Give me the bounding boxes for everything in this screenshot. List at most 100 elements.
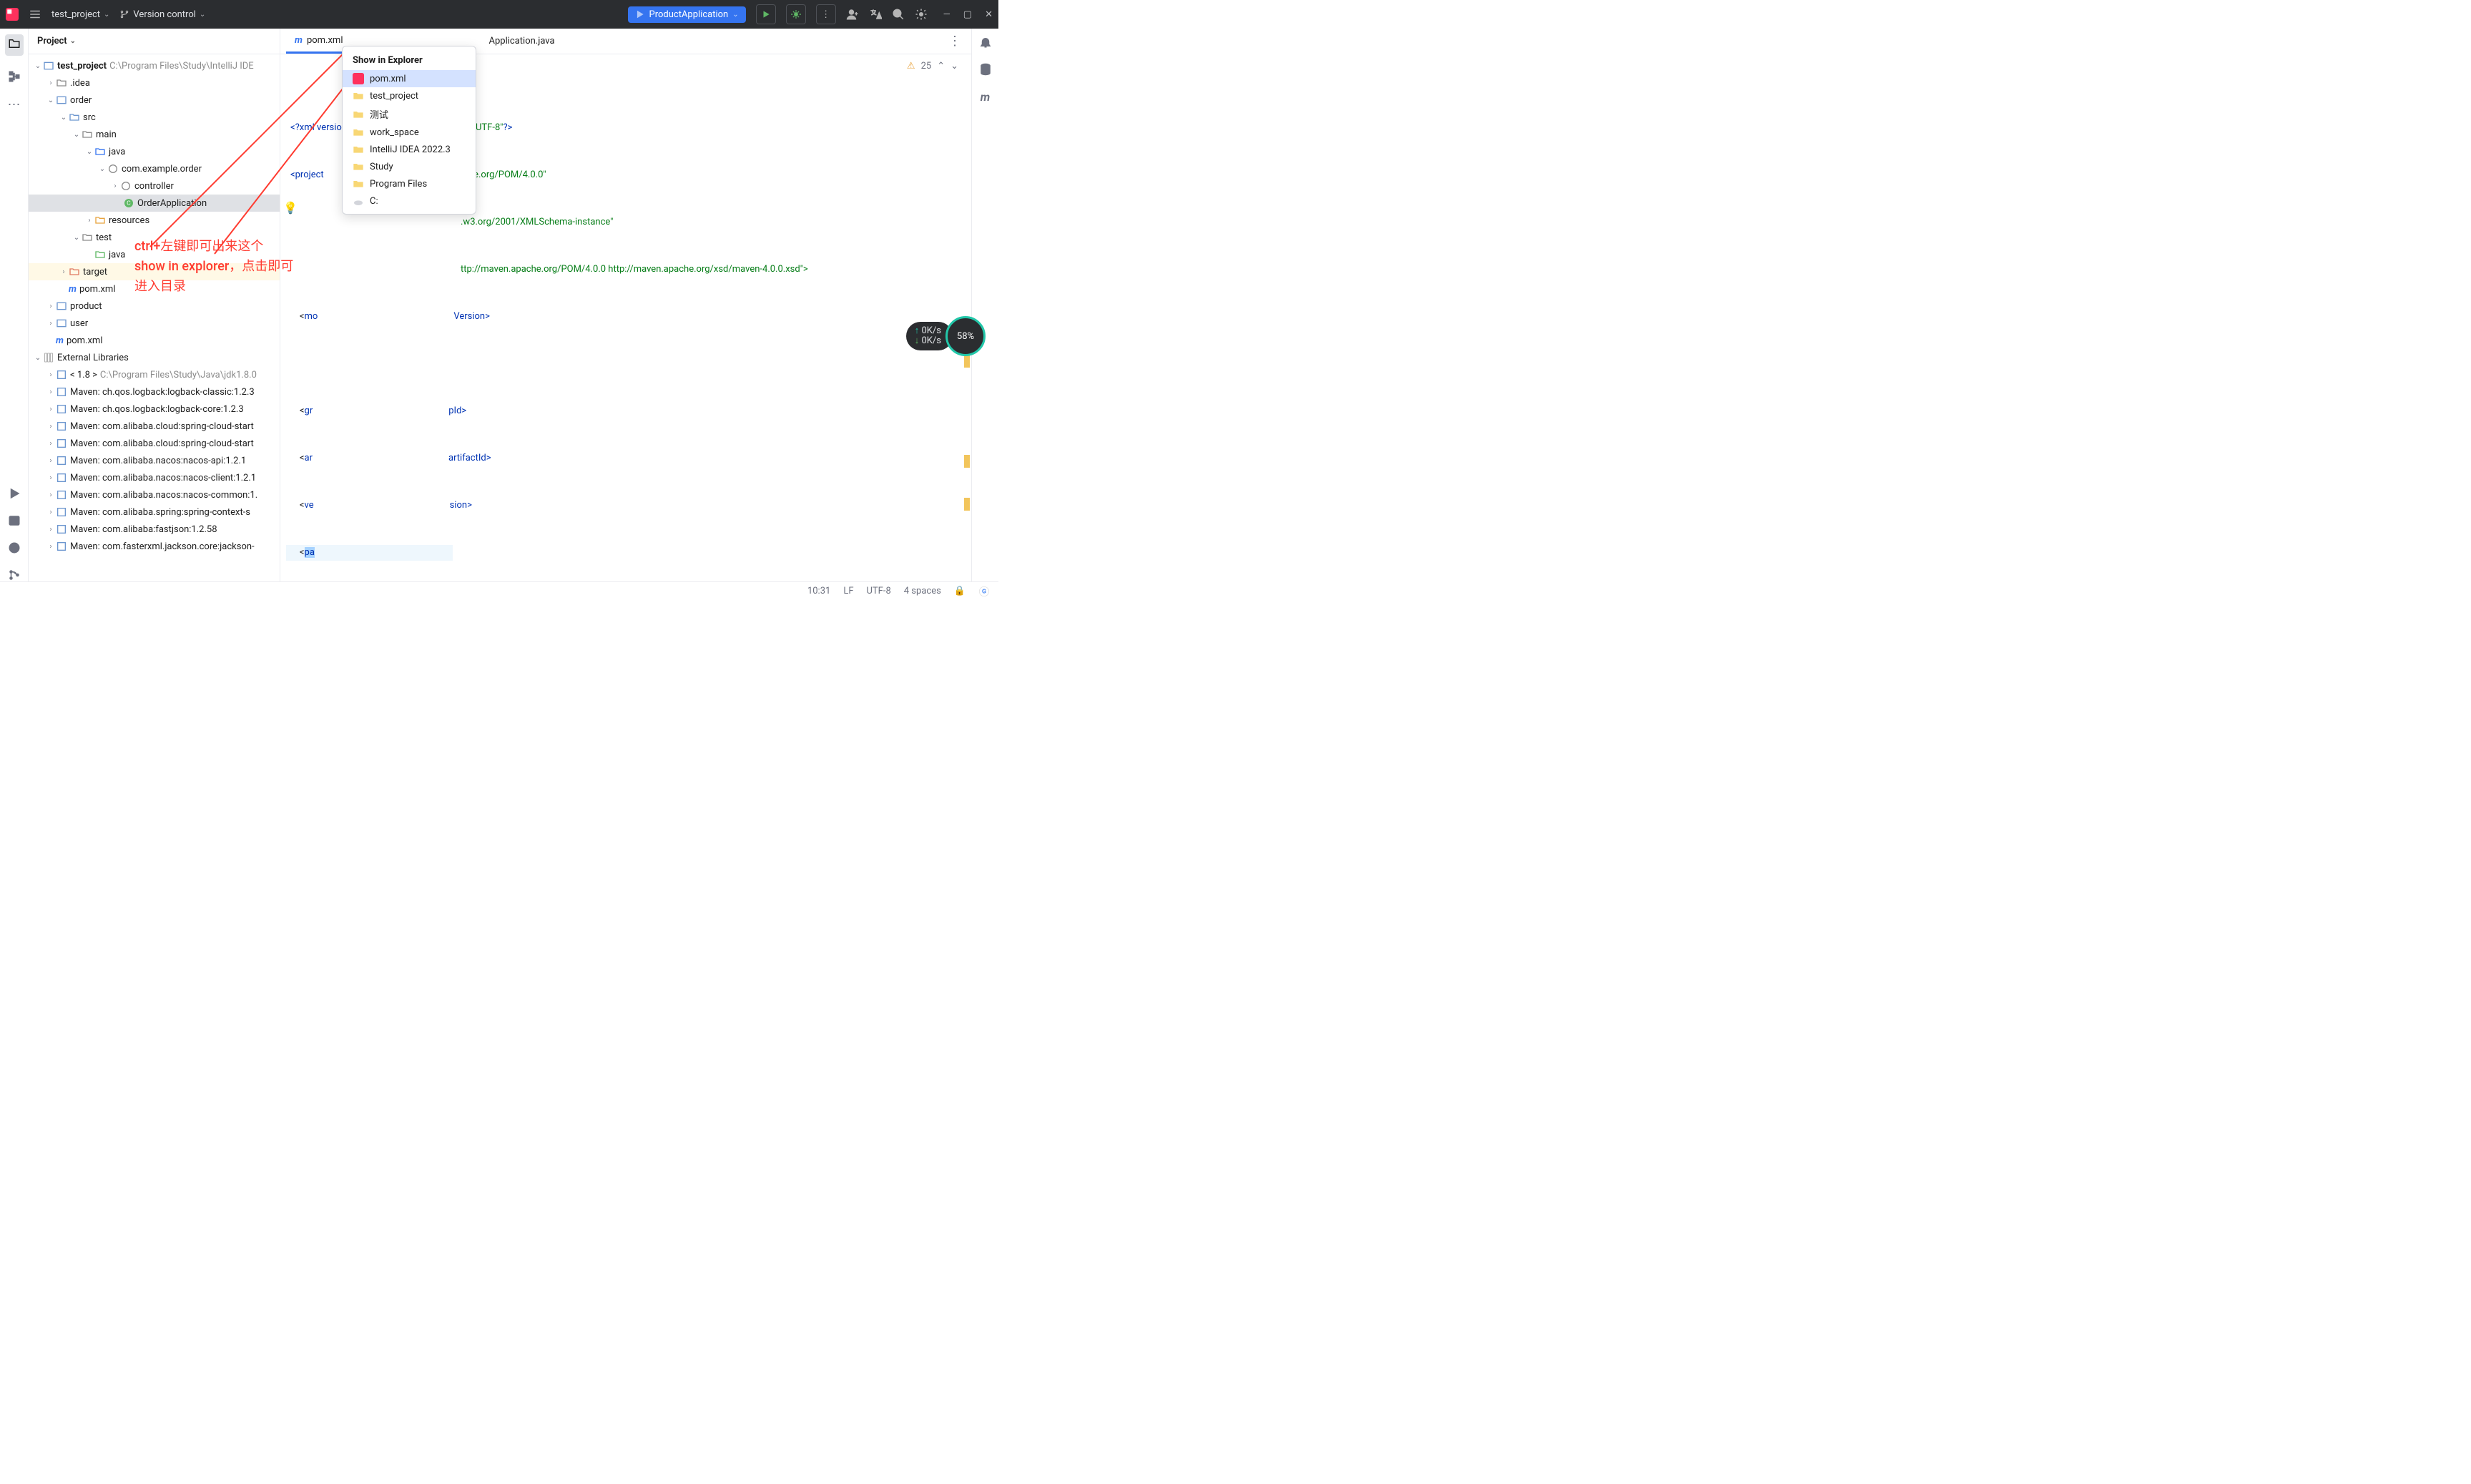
chevron-down-icon[interactable]: ⌄ <box>950 59 958 74</box>
run-button[interactable] <box>756 4 776 24</box>
warning-icon: ⚠ <box>907 59 915 74</box>
context-menu-item[interactable]: Program Files <box>343 175 476 192</box>
tree-item[interactable]: ⌄main <box>29 126 280 143</box>
project-tree[interactable]: ⌄test_projectC:\Program Files\Study\Inte… <box>29 54 280 581</box>
git-tool-icon[interactable] <box>8 569 21 581</box>
maximize-button[interactable]: ▢ <box>963 9 972 20</box>
tree-item[interactable]: mpom.xml <box>29 280 280 298</box>
database-icon[interactable] <box>979 63 992 76</box>
hamburger-icon[interactable] <box>29 8 41 21</box>
folder-icon <box>353 144 364 155</box>
translate-icon[interactable] <box>869 8 882 21</box>
lib-icon <box>56 438 67 449</box>
run-tool-icon[interactable] <box>8 487 21 500</box>
tree-item[interactable]: ⌄com.example.order <box>29 160 280 177</box>
settings-icon[interactable] <box>915 8 928 21</box>
tree-item[interactable]: ⌄test <box>29 229 280 246</box>
context-menu-title: Show in Explorer <box>343 51 476 70</box>
folder-icon <box>353 109 364 120</box>
library-icon <box>43 352 54 363</box>
tree-root[interactable]: ⌄test_projectC:\Program Files\Study\Inte… <box>29 57 280 74</box>
search-icon[interactable] <box>892 8 905 21</box>
tree-item[interactable]: ›Maven: com.alibaba.nacos:nacos-client:1… <box>29 469 280 486</box>
resources-folder-icon <box>94 215 106 226</box>
tree-item[interactable]: ›user <box>29 315 280 332</box>
tree-item[interactable]: ⌄java <box>29 143 280 160</box>
download-speed: 0K/s <box>921 335 941 346</box>
tree-item[interactable]: ›product <box>29 298 280 315</box>
tree-item[interactable]: ⌄src <box>29 109 280 126</box>
debug-button[interactable] <box>786 4 806 24</box>
intention-bulb-icon[interactable]: 💡 <box>283 200 298 216</box>
svg-text:C: C <box>127 200 131 207</box>
source-folder-icon <box>94 146 106 157</box>
context-menu-item[interactable]: IntelliJ IDEA 2022.3 <box>343 141 476 158</box>
more-tools-icon[interactable]: ⋯ <box>8 97 21 112</box>
context-menu-item[interactable]: Study <box>343 158 476 175</box>
context-menu-item[interactable]: work_space <box>343 124 476 141</box>
module-icon <box>56 300 67 312</box>
tree-item[interactable]: ›Maven: ch.qos.logback:logback-core:1.2.… <box>29 401 280 418</box>
notifications-icon[interactable] <box>979 36 992 49</box>
tree-item-selected[interactable]: COrderApplication <box>29 195 280 212</box>
tree-item[interactable]: ›resources <box>29 212 280 229</box>
minimize-button[interactable]: — <box>943 9 950 20</box>
more-actions-button[interactable]: ⋮ <box>816 4 836 24</box>
tree-item[interactable]: ›Maven: com.alibaba.nacos:nacos-common:1… <box>29 486 280 503</box>
project-panel-header[interactable]: Project ⌄ <box>29 29 280 54</box>
show-in-explorer-menu: Show in Explorer pom.xml test_project 测试… <box>342 46 476 215</box>
line-ending[interactable]: LF <box>843 586 853 596</box>
lib-icon <box>56 524 67 535</box>
inspection-widget[interactable]: ⚠25⌃⌄ <box>907 59 958 74</box>
structure-tool-icon[interactable] <box>8 70 21 83</box>
add-user-icon[interactable] <box>846 8 859 21</box>
error-stripe-mark[interactable] <box>964 498 970 511</box>
encoding[interactable]: UTF-8 <box>867 586 891 596</box>
run-configuration[interactable]: ProductApplication ⌄ <box>628 6 746 23</box>
error-stripe-mark[interactable] <box>964 455 970 468</box>
tab-more-button[interactable]: ⋮ <box>938 34 971 49</box>
tree-item[interactable]: ›Maven: com.alibaba.nacos:nacos-api:1.2.… <box>29 452 280 469</box>
tree-item[interactable]: java <box>29 246 280 263</box>
tree-item[interactable]: ›Maven: com.alibaba.spring:spring-contex… <box>29 503 280 521</box>
project-selector[interactable]: test_project ⌄ <box>51 9 109 20</box>
tree-item[interactable]: ›Maven: com.alibaba.cloud:spring-cloud-s… <box>29 435 280 452</box>
tree-ext-lib[interactable]: ⌄External Libraries <box>29 349 280 366</box>
close-button[interactable]: ✕ <box>985 9 993 20</box>
problems-tool-icon[interactable] <box>8 541 21 554</box>
caret-position[interactable]: 10:31 <box>807 586 830 596</box>
tree-item[interactable]: ›controller <box>29 177 280 195</box>
error-stripe-mark[interactable] <box>964 355 970 368</box>
tree-item[interactable]: mpom.xml <box>29 332 280 349</box>
project-tool-button[interactable] <box>5 34 24 56</box>
terminal-tool-icon[interactable] <box>8 514 21 527</box>
indent[interactable]: 4 spaces <box>904 586 941 596</box>
svg-text:G: G <box>982 588 986 595</box>
chevron-up-icon[interactable]: ⌃ <box>937 59 945 74</box>
project-panel-title: Project <box>37 36 67 46</box>
context-menu-item[interactable]: 测试 <box>343 104 476 124</box>
tree-item[interactable]: ⌄order <box>29 92 280 109</box>
tree-item[interactable]: ›target <box>29 263 280 280</box>
class-icon: C <box>123 197 134 209</box>
tree-item[interactable]: ›Maven: com.alibaba.cloud:spring-cloud-s… <box>29 418 280 435</box>
maven-tool-icon[interactable]: m <box>981 90 990 104</box>
context-menu-item[interactable]: test_project <box>343 87 476 104</box>
branch-icon <box>119 9 129 19</box>
context-menu-item[interactable]: pom.xml <box>343 70 476 87</box>
google-icon[interactable]: G <box>978 586 990 597</box>
tree-item[interactable]: ›< 1.8 >C:\Program Files\Study\Java\jdk1… <box>29 366 280 383</box>
tree-item[interactable]: ›Maven: ch.qos.logback:logback-classic:1… <box>29 383 280 401</box>
chevron-down-icon: ⌄ <box>104 11 109 19</box>
lib-icon <box>56 506 67 518</box>
vcs-selector[interactable]: Version control⌄ <box>119 9 205 20</box>
tree-item[interactable]: ›.idea <box>29 74 280 92</box>
tree-item[interactable]: ›Maven: com.fasterxml.jackson.core:jacks… <box>29 538 280 555</box>
project-name: test_project <box>51 9 100 20</box>
app-icon <box>353 73 364 84</box>
tree-item[interactable]: ›Maven: com.alibaba:fastjson:1.2.58 <box>29 521 280 538</box>
folder-icon <box>8 37 21 50</box>
lock-icon[interactable]: 🔒 <box>954 586 966 596</box>
context-menu-item[interactable]: C: <box>343 192 476 210</box>
tab-application[interactable]: Application.java <box>481 29 564 54</box>
